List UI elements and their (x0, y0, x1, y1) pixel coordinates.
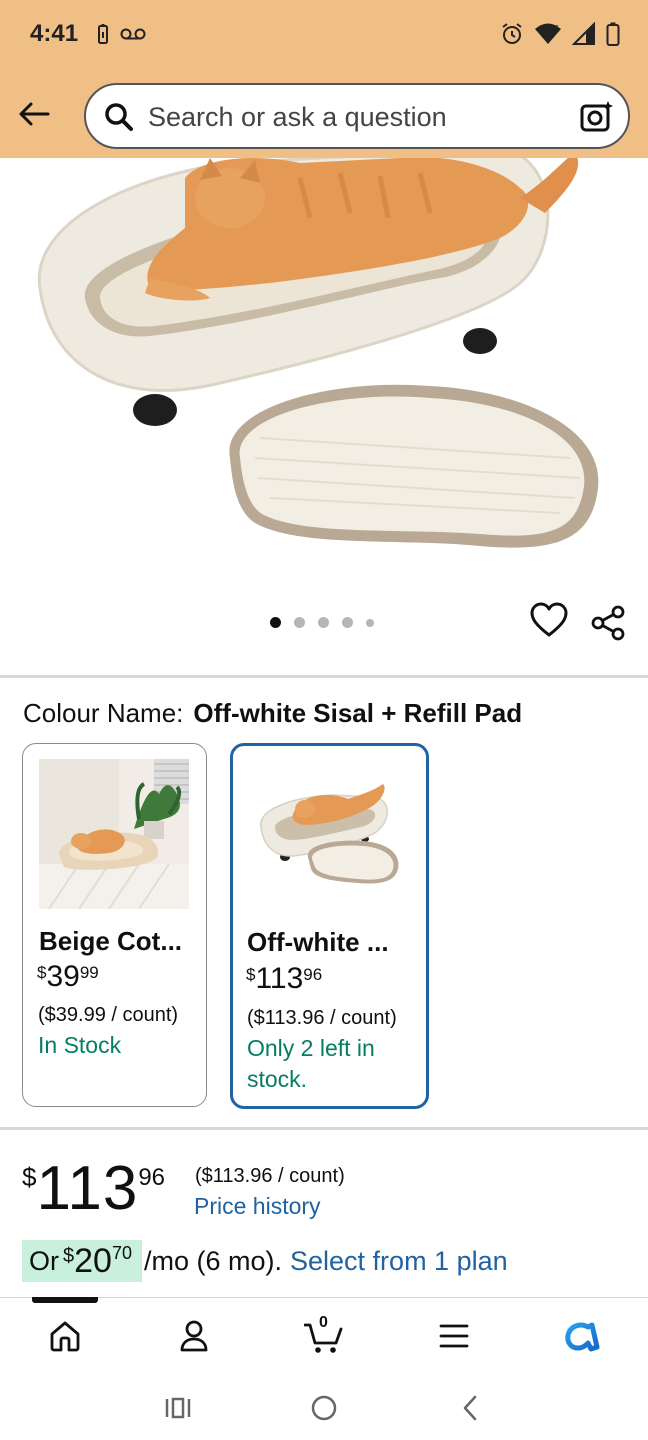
home-system-button[interactable] (304, 1391, 344, 1425)
section-divider (0, 1127, 648, 1130)
swatch-option-selected[interactable]: Off-white ... $11396 ($113.96 / count) O… (230, 743, 429, 1109)
swatch-title: Beige Cot... (39, 926, 183, 956)
heart-icon[interactable] (530, 602, 568, 643)
product-price: $11396 (22, 1154, 166, 1223)
price-history-link[interactable]: Price history (194, 1193, 321, 1220)
home-icon (50, 1321, 80, 1352)
swatch-unit-price: ($39.99 / count) (38, 1004, 179, 1026)
alarm-icon (500, 22, 524, 51)
wifi-icon: 6 (534, 22, 562, 51)
back-system-button[interactable] (450, 1391, 490, 1425)
signal-icon (571, 21, 596, 51)
swatch-thumbnail (253, 769, 403, 899)
search-bar[interactable]: Search or ask a question (84, 83, 630, 149)
carousel-dot[interactable] (270, 617, 281, 628)
product-image[interactable] (0, 158, 648, 578)
battery-saver-icon (98, 24, 108, 49)
cart-count-badge: 0 (319, 1314, 328, 1331)
swatch-option[interactable]: Beige Cot... $3999 ($39.99 / count) In S… (22, 743, 207, 1107)
recent-apps-button[interactable] (158, 1391, 198, 1425)
search-input[interactable]: Search or ask a question (148, 102, 447, 133)
nav-menu[interactable] (432, 1314, 476, 1358)
rufus-ai-icon (565, 1322, 600, 1352)
camera-icon[interactable] (580, 99, 614, 138)
carousel-dot[interactable] (318, 617, 329, 628)
circle-home-icon (311, 1395, 337, 1421)
swatch-thumbnail (39, 759, 189, 909)
voicemail-icon (120, 27, 146, 46)
monthly-payment-row: Or $20 70 /mo (6 mo). Select from 1 plan (22, 1240, 508, 1282)
battery-icon (606, 22, 620, 51)
section-divider (0, 675, 648, 678)
status-bar: 4:41 6 (0, 0, 648, 70)
status-time: 4:41 (30, 20, 79, 47)
carousel-dot[interactable] (294, 617, 305, 628)
monthly-term: /mo (6 mo). (143, 1245, 283, 1276)
active-tab-indicator (32, 1297, 98, 1303)
arrow-left-icon (19, 102, 50, 126)
image-carousel-dots[interactable] (270, 617, 374, 628)
colour-label: Colour Name: (23, 698, 184, 728)
nav-cart[interactable]: 0 (302, 1314, 346, 1358)
system-nav-bar (0, 1373, 648, 1440)
carousel-dot[interactable] (342, 617, 353, 628)
select-plan-link[interactable]: Select from 1 plan (290, 1246, 508, 1277)
swatch-unit-price: ($113.96 / count) (247, 1007, 397, 1029)
back-button[interactable] (14, 94, 54, 134)
recent-apps-icon (165, 1397, 191, 1419)
monthly-payment-amount: Or $20 70 (22, 1240, 142, 1282)
colour-name-row: Colour Name: Off-white Sisal + Refill Pad (23, 698, 522, 729)
hamburger-menu-icon (439, 1324, 469, 1348)
nav-home[interactable] (43, 1314, 87, 1358)
unit-price: ($113.96 / count) (195, 1165, 345, 1187)
nav-rufus[interactable] (560, 1314, 604, 1358)
swatch-availability: Only 2 left in stock. (247, 1035, 375, 1092)
svg-text:6: 6 (554, 24, 559, 33)
carousel-dot[interactable] (366, 618, 374, 627)
nav-account[interactable] (172, 1314, 216, 1358)
share-icon[interactable] (590, 604, 626, 647)
swatch-title: Off-white ... (247, 927, 389, 957)
search-icon (104, 102, 134, 137)
swatch-price: $3999 (37, 960, 99, 993)
swatch-availability: In Stock (38, 1032, 122, 1058)
chevron-left-icon (463, 1395, 477, 1421)
person-icon (180, 1320, 208, 1352)
search-header: Search or ask a question (0, 70, 648, 158)
bottom-nav: 0 (0, 1297, 648, 1373)
swatch-price: $11396 (246, 962, 323, 995)
colour-value: Off-white Sisal + Refill Pad (193, 698, 523, 728)
